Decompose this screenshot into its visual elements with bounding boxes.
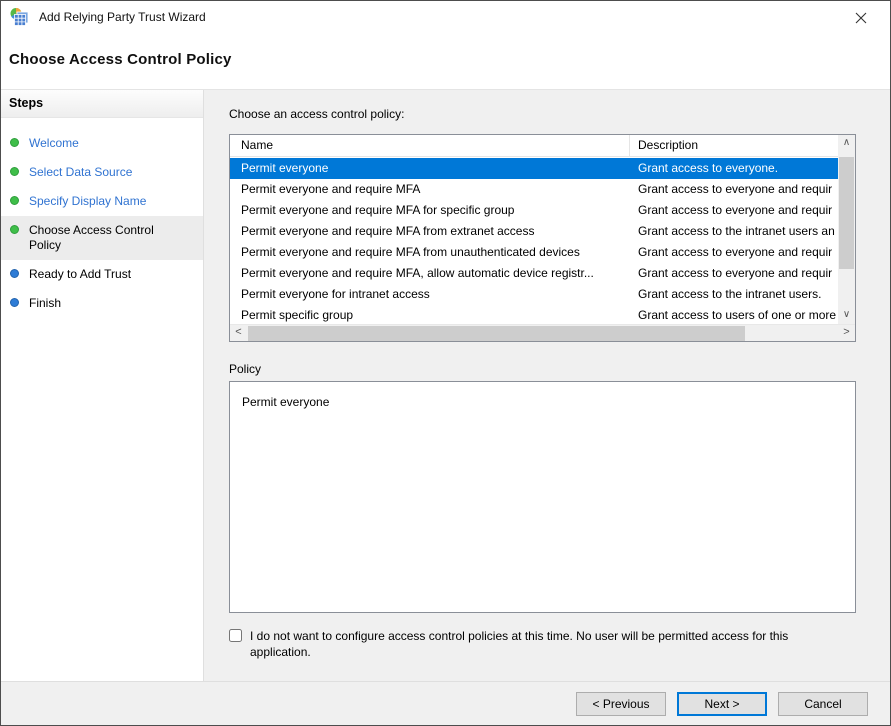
row-name-cell: Permit everyone and require MFA, allow a… (230, 263, 630, 284)
step-status-dot-icon (10, 225, 19, 234)
step-label: Choose Access Control Policy (29, 223, 181, 253)
row-name-cell: Permit everyone and require MFA for spec… (230, 200, 630, 221)
step-label: Welcome (29, 136, 181, 151)
steps-heading: Steps (1, 90, 203, 118)
vertical-scrollbar[interactable]: ∧ ∨ (838, 135, 855, 324)
steps-sidebar: Steps Welcome Select Data Source Specify… (1, 90, 204, 681)
row-name-cell: Permit everyone (230, 158, 630, 179)
step-status-dot-icon (10, 167, 19, 176)
scroll-down-icon[interactable]: ∨ (838, 307, 855, 324)
row-description-cell: Grant access to everyone and requir (630, 200, 838, 221)
window-title: Add Relying Party Trust Wizard (39, 10, 206, 24)
policy-list-label: Choose an access control policy: (229, 107, 404, 121)
sidebar-step-item[interactable]: Ready to Add Trust (1, 260, 203, 289)
table-row[interactable]: Permit specific group Grant access to us… (230, 305, 838, 324)
step-label: Select Data Source (29, 165, 181, 180)
page-header: Choose Access Control Policy (1, 33, 890, 89)
scroll-up-icon[interactable]: ∧ (838, 135, 855, 152)
row-description-cell: Grant access to everyone and requir (630, 179, 838, 200)
main-panel: Choose an access control policy: Name De… (204, 90, 890, 681)
column-header-name[interactable]: Name (230, 135, 630, 156)
policy-preview-box: Permit everyone (229, 381, 856, 613)
skip-policy-row: I do not want to configure access contro… (229, 628, 857, 660)
table-row[interactable]: Permit everyone and require MFA from una… (230, 242, 838, 263)
cancel-button[interactable]: Cancel (778, 692, 868, 716)
row-name-cell: Permit everyone for intranet access (230, 284, 630, 305)
table-row[interactable]: Permit everyone for intranet access Gran… (230, 284, 838, 305)
wizard-body: Steps Welcome Select Data Source Specify… (1, 89, 890, 681)
step-status-dot-icon (10, 298, 19, 307)
table-row[interactable]: Permit everyone Grant access to everyone… (230, 158, 838, 179)
step-label: Finish (29, 296, 181, 311)
row-description-cell: Grant access to everyone and requir (630, 263, 838, 284)
table-row[interactable]: Permit everyone and require MFA for spec… (230, 200, 838, 221)
sidebar-step-item[interactable]: Select Data Source (1, 158, 203, 187)
access-control-policy-table: Name Description Permit everyone Grant a… (229, 134, 856, 342)
step-status-dot-icon (10, 269, 19, 278)
row-description-cell: Grant access to the intranet users an (630, 221, 838, 242)
close-button[interactable] (848, 6, 874, 30)
sidebar-step-item[interactable]: Finish (1, 289, 203, 318)
horizontal-scrollbar[interactable]: < > (230, 324, 855, 341)
table-row[interactable]: Permit everyone and require MFA from ext… (230, 221, 838, 242)
close-icon (854, 11, 868, 25)
scroll-right-icon[interactable]: > (838, 325, 855, 341)
policy-section-label: Policy (229, 362, 261, 376)
page-title: Choose Access Control Policy (1, 33, 890, 68)
scroll-left-icon[interactable]: < (230, 325, 247, 341)
sidebar-step-item[interactable]: Specify Display Name (1, 187, 203, 216)
skip-policy-label[interactable]: I do not want to configure access contro… (250, 628, 850, 660)
table-header: Name Description (230, 135, 838, 157)
step-status-dot-icon (10, 196, 19, 205)
next-button[interactable]: Next > (677, 692, 767, 716)
row-description-cell: Grant access to the intranet users. (630, 284, 838, 305)
column-header-description[interactable]: Description (630, 135, 838, 156)
sidebar-step-item[interactable]: Welcome (1, 129, 203, 158)
row-name-cell: Permit everyone and require MFA from una… (230, 242, 630, 263)
table-rows: Permit everyone Grant access to everyone… (230, 158, 838, 324)
step-label: Ready to Add Trust (29, 267, 181, 282)
previous-button[interactable]: < Previous (576, 692, 666, 716)
row-description-cell: Grant access to everyone and requir (630, 242, 838, 263)
sidebar-step-item[interactable]: Choose Access Control Policy (1, 216, 203, 260)
skip-policy-checkbox[interactable] (229, 629, 242, 642)
step-status-dot-icon (10, 138, 19, 147)
row-name-cell: Permit everyone and require MFA (230, 179, 630, 200)
row-description-cell: Grant access to everyone. (630, 158, 838, 179)
vertical-scrollbar-thumb[interactable] (839, 157, 854, 269)
title-bar: Add Relying Party Trust Wizard (1, 1, 890, 33)
table-row[interactable]: Permit everyone and require MFA, allow a… (230, 263, 838, 284)
adfs-app-icon (9, 7, 29, 27)
button-bar: < Previous Next > Cancel (1, 681, 890, 725)
steps-list: Welcome Select Data Source Specify Displ… (1, 118, 203, 318)
wizard-window: Add Relying Party Trust Wizard Choose Ac… (0, 0, 891, 726)
step-label: Specify Display Name (29, 194, 181, 209)
table-row[interactable]: Permit everyone and require MFA Grant ac… (230, 179, 838, 200)
row-description-cell: Grant access to users of one or more (630, 305, 838, 324)
horizontal-scrollbar-thumb[interactable] (248, 326, 745, 341)
policy-preview-text: Permit everyone (242, 395, 329, 409)
row-name-cell: Permit everyone and require MFA from ext… (230, 221, 630, 242)
row-name-cell: Permit specific group (230, 305, 630, 324)
